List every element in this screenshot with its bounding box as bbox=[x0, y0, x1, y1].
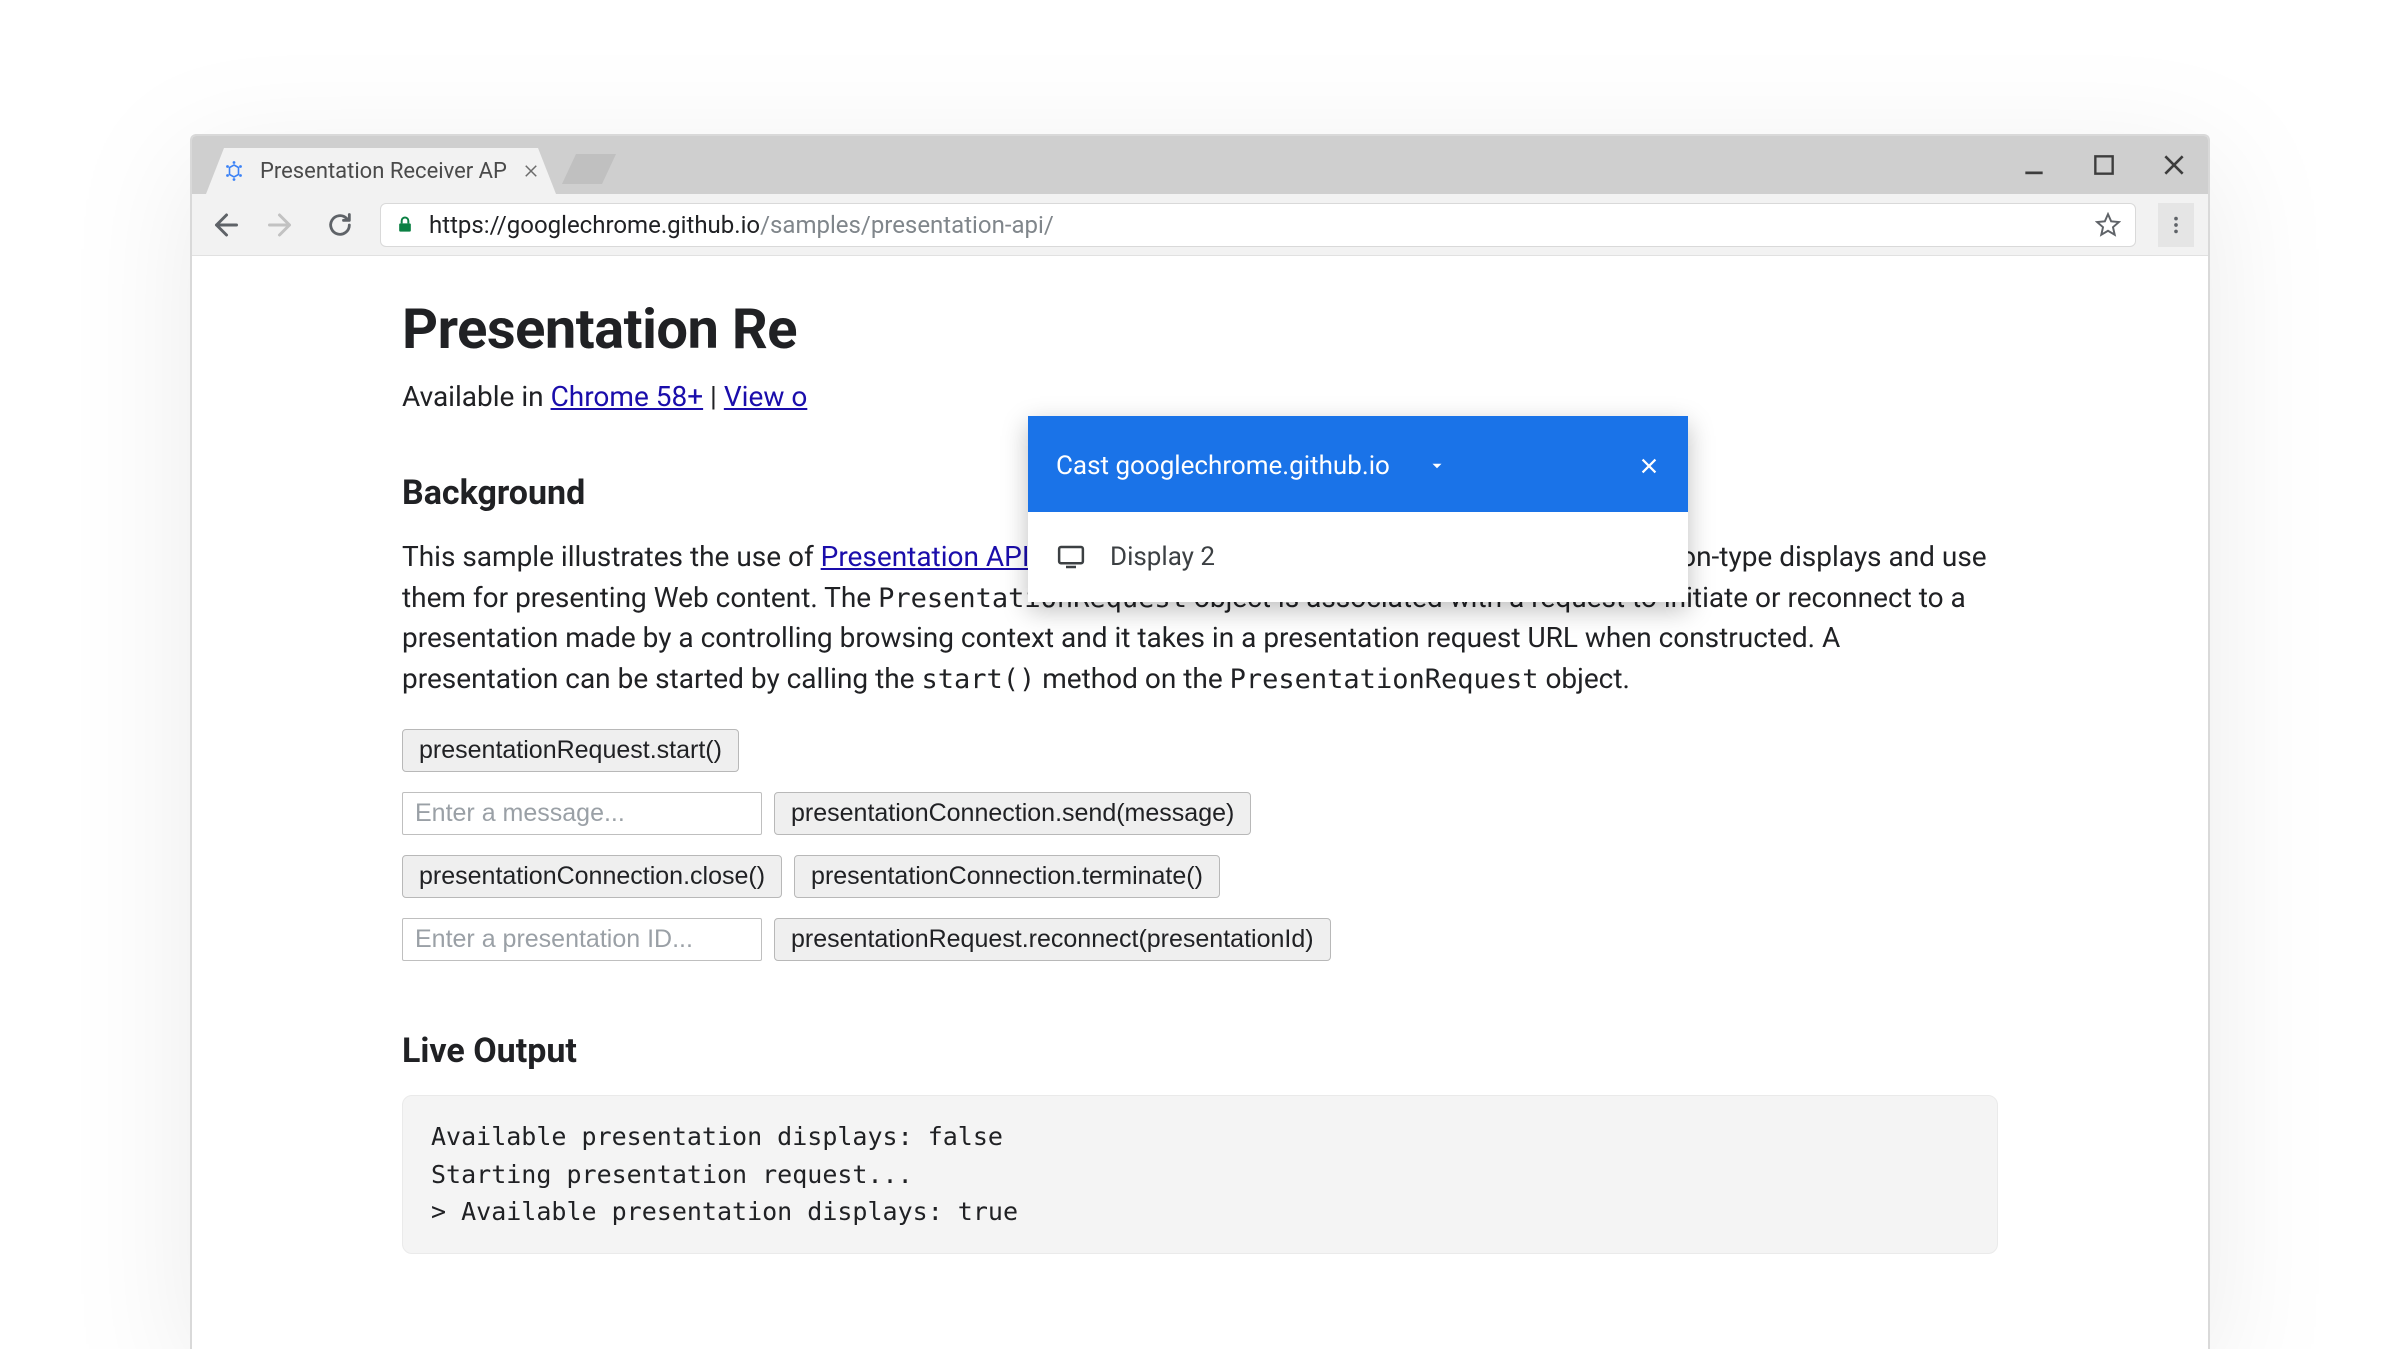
back-button[interactable] bbox=[206, 207, 242, 243]
terminate-connection-button[interactable]: presentationConnection.terminate() bbox=[794, 855, 1220, 898]
page-title: Presentation Re bbox=[402, 296, 1998, 362]
close-connection-button[interactable]: presentationConnection.close() bbox=[402, 855, 782, 898]
tab-close-icon[interactable] bbox=[522, 162, 540, 180]
bookmark-star-icon[interactable] bbox=[2095, 212, 2121, 238]
url-https: https bbox=[429, 211, 484, 239]
tab-title: Presentation Receiver AP bbox=[260, 159, 508, 184]
url-path: /samples/presentation-api/ bbox=[760, 211, 1054, 239]
tab-strip: Presentation Receiver AP bbox=[192, 136, 2208, 194]
secure-lock-icon bbox=[395, 215, 415, 235]
new-tab-button[interactable] bbox=[562, 154, 616, 184]
cast-source-dropdown[interactable] bbox=[1428, 457, 1446, 475]
url-text: https://googlechrome.github.io/samples/p… bbox=[429, 211, 1054, 239]
message-input[interactable] bbox=[402, 792, 762, 835]
code-start: start() bbox=[921, 664, 1035, 695]
cast-device-item[interactable]: Display 2 bbox=[1028, 522, 1688, 592]
available-prefix: Available in bbox=[402, 380, 551, 413]
cast-device-name: Display 2 bbox=[1110, 542, 1215, 572]
tab-favicon-icon bbox=[222, 159, 246, 183]
window-controls bbox=[2016, 136, 2192, 194]
live-output-block: Available presentation displays: false S… bbox=[402, 1095, 1998, 1254]
window-maximize-button[interactable] bbox=[2086, 147, 2122, 183]
live-output-heading: Live Output bbox=[402, 1031, 1998, 1071]
page-content: Presentation Re Available in Chrome 58+ … bbox=[192, 256, 2208, 1254]
url-origin: ://googlechrome.github.io bbox=[484, 211, 760, 239]
chrome-menu-button[interactable] bbox=[2158, 203, 2194, 247]
address-bar[interactable]: https://googlechrome.github.io/samples/p… bbox=[380, 203, 2136, 247]
cast-popup: Cast googlechrome.github.io Display 2 bbox=[1028, 416, 1688, 602]
forward-button[interactable] bbox=[264, 207, 300, 243]
code-presentationrequest-2: PresentationRequest bbox=[1230, 664, 1539, 695]
presentation-api-link[interactable]: Presentation API bbox=[821, 540, 1030, 573]
reconnect-button[interactable]: presentationRequest.reconnect(presentati… bbox=[774, 918, 1331, 961]
tab-active[interactable]: Presentation Receiver AP bbox=[206, 148, 556, 194]
send-button[interactable]: presentationConnection.send(message) bbox=[774, 792, 1251, 835]
cast-close-icon[interactable] bbox=[1638, 455, 1660, 477]
toolbar: https://googlechrome.github.io/samples/p… bbox=[192, 194, 2208, 256]
browser-window: Presentation Receiver AP bbox=[190, 134, 2210, 1349]
reload-button[interactable] bbox=[322, 207, 358, 243]
presentation-id-input[interactable] bbox=[402, 918, 762, 961]
window-close-button[interactable] bbox=[2156, 147, 2192, 183]
cast-popup-title: Cast googlechrome.github.io bbox=[1056, 451, 1390, 481]
page-subtitle: Available in Chrome 58+ | View o bbox=[402, 380, 1998, 413]
window-minimize-button[interactable] bbox=[2016, 147, 2052, 183]
display-icon bbox=[1056, 542, 1086, 572]
cast-popup-header: Cast googlechrome.github.io bbox=[1028, 420, 1688, 512]
start-button[interactable]: presentationRequest.start() bbox=[402, 729, 739, 772]
cast-device-list: Display 2 bbox=[1028, 512, 1688, 602]
chrome-version-link[interactable]: Chrome 58+ bbox=[551, 380, 704, 413]
subtitle-pipe: | bbox=[703, 380, 724, 413]
view-on-link[interactable]: View o bbox=[724, 380, 807, 413]
